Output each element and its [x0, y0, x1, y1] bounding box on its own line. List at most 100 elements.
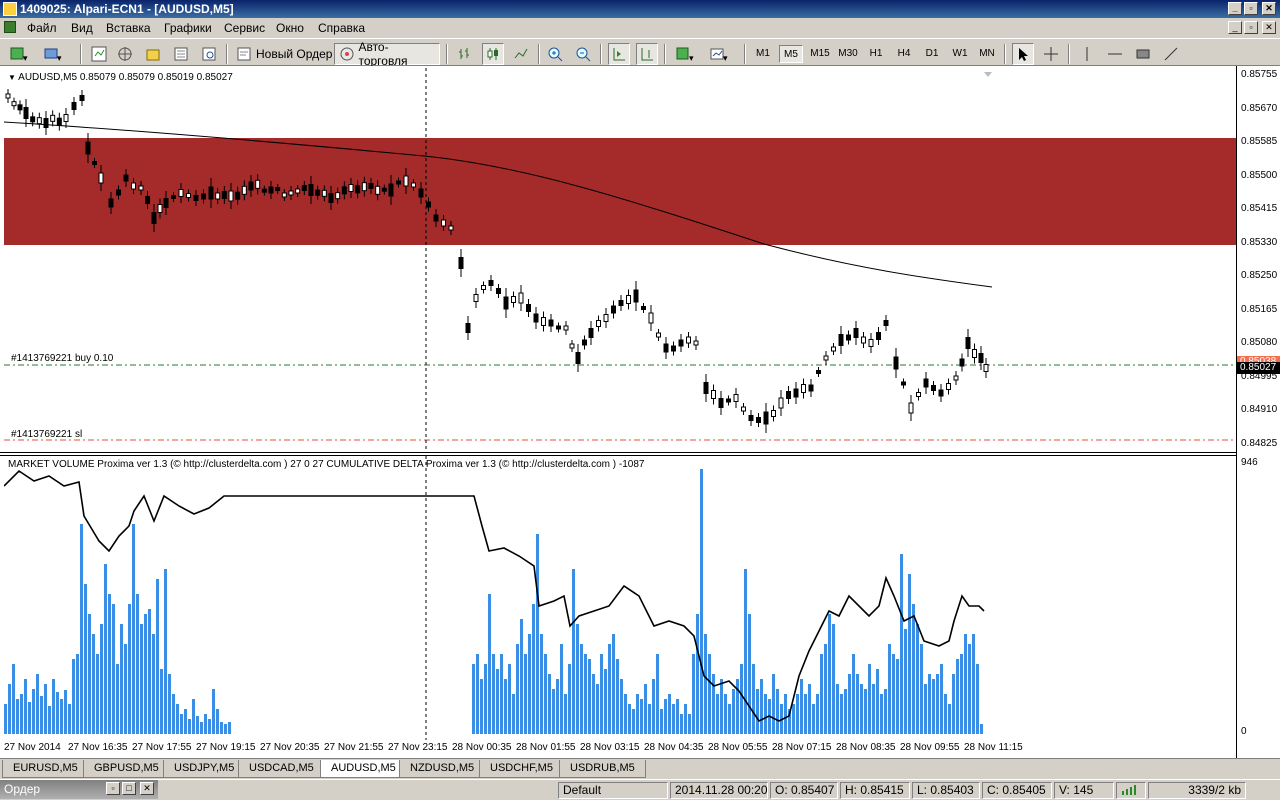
- menu-file[interactable]: Файл: [27, 21, 57, 35]
- candle-body: [201, 193, 206, 200]
- price-tick: 0.84910: [1241, 404, 1278, 415]
- timeframe-m5[interactable]: M5: [779, 45, 803, 63]
- timeframe-m1[interactable]: M1: [751, 45, 775, 63]
- periods-icon[interactable]: ▾: [708, 43, 730, 65]
- autoscroll-icon[interactable]: [608, 43, 630, 65]
- menu-view[interactable]: Вид: [71, 21, 93, 35]
- candle-body: [403, 175, 409, 187]
- navigator-icon[interactable]: [142, 43, 164, 65]
- timeframe-h4[interactable]: H4: [892, 45, 916, 63]
- candlestick-icon[interactable]: [482, 43, 504, 65]
- panel-maximize-button[interactable]: □: [122, 782, 136, 795]
- bar-chart-icon[interactable]: [454, 43, 476, 65]
- candle-body: [261, 188, 267, 193]
- volume-bar: [920, 644, 923, 734]
- panel-close-button[interactable]: ✕: [140, 782, 154, 795]
- candle-body: [959, 358, 965, 367]
- price-chart[interactable]: [4, 68, 1236, 452]
- tab-gbpusd[interactable]: GBPUSD,M5: [83, 760, 170, 778]
- volume-bar: [868, 664, 871, 734]
- mdi-close-button[interactable]: ✕: [1262, 21, 1276, 34]
- candle-body: [541, 317, 546, 326]
- trendline-icon[interactable]: [1160, 43, 1182, 65]
- data-window-icon[interactable]: [114, 43, 136, 65]
- chart-shift-icon[interactable]: [636, 43, 658, 65]
- mdi-restore-button[interactable]: ▫: [1244, 21, 1258, 34]
- vertical-line-icon[interactable]: [1076, 43, 1098, 65]
- volume-bar: [100, 624, 103, 734]
- volume-bar: [108, 594, 111, 734]
- candle-body: [335, 192, 341, 200]
- rectangle-icon[interactable]: [1132, 43, 1154, 65]
- volume-bar: [584, 654, 587, 734]
- volume-bar: [500, 654, 503, 734]
- timeframe-m15[interactable]: M15: [807, 45, 833, 63]
- zoom-out-icon[interactable]: [572, 43, 594, 65]
- minimize-button[interactable]: _: [1228, 2, 1242, 15]
- status-low: L: 0.85403: [912, 782, 980, 799]
- volume-bar: [876, 669, 879, 734]
- volume-bar: [184, 709, 187, 734]
- menu-tools[interactable]: Сервис: [224, 21, 265, 35]
- menu-insert[interactable]: Вставка: [106, 21, 151, 35]
- tab-nzdusd[interactable]: NZDUSD,M5: [399, 760, 486, 778]
- tab-usdjpy[interactable]: USDJPY,M5: [163, 760, 246, 778]
- horizontal-line-icon[interactable]: [1104, 43, 1126, 65]
- tab-eurusd[interactable]: EURUSD,M5: [2, 760, 89, 778]
- candle-body: [30, 116, 36, 123]
- timeframe-h1[interactable]: H1: [864, 45, 888, 63]
- tab-usdcad[interactable]: USDCAD,M5: [238, 760, 325, 778]
- volume-bar: [620, 679, 623, 734]
- terminal-icon[interactable]: [170, 43, 192, 65]
- menu-charts[interactable]: Графики: [164, 21, 212, 35]
- candle-body: [901, 381, 906, 386]
- strategy-tester-icon[interactable]: [198, 43, 220, 65]
- candle-body: [328, 193, 334, 203]
- timeframe-mn[interactable]: MN: [975, 45, 999, 63]
- volume-bar: [176, 704, 179, 734]
- candle-body: [861, 336, 866, 344]
- volume-bar: [760, 679, 763, 734]
- volume-bar: [616, 659, 619, 734]
- close-button[interactable]: ✕: [1262, 2, 1276, 15]
- candle-body: [36, 117, 42, 125]
- candle-body: [116, 189, 121, 196]
- volume-bar: [864, 689, 867, 734]
- symbol-header-text: AUDUSD,M5 0.85079 0.85079 0.85019 0.8502…: [18, 72, 233, 83]
- new-order-button[interactable]: Новый Ордер: [232, 43, 336, 65]
- tab-usdchf[interactable]: USDCHF,M5: [479, 760, 564, 778]
- line-chart-icon[interactable]: [510, 43, 532, 65]
- market-watch-icon[interactable]: [88, 43, 110, 65]
- collapse-icon: ▼: [8, 73, 16, 82]
- volume-bar: [540, 634, 543, 734]
- crosshair-icon[interactable]: [1040, 43, 1062, 65]
- timeframe-w1[interactable]: W1: [948, 45, 972, 63]
- candle-body: [575, 352, 581, 364]
- profiles-icon[interactable]: ▾: [42, 43, 64, 65]
- symbol-header: ▼ AUDUSD,M5 0.85079 0.85079 0.85019 0.85…: [8, 72, 233, 83]
- volume-bar: [484, 664, 487, 734]
- tab-audusd[interactable]: AUDUSD,M5: [320, 760, 407, 778]
- indicator-chart[interactable]: [4, 456, 1236, 740]
- volume-bar: [896, 659, 899, 734]
- auto-trading-button[interactable]: Авто-торговля: [334, 40, 440, 68]
- tab-usdrub[interactable]: USDRUB,M5: [559, 760, 646, 778]
- maximize-button[interactable]: ▫: [1244, 2, 1258, 15]
- chart-window[interactable]: ▼ AUDUSD,M5 0.85079 0.85079 0.85019 0.85…: [0, 66, 1280, 758]
- new-chart-icon[interactable]: ▾: [8, 43, 30, 65]
- timeframe-m30[interactable]: M30: [835, 45, 861, 63]
- volume-bar: [140, 624, 143, 734]
- cursor-icon[interactable]: [1012, 43, 1034, 65]
- zoom-in-icon[interactable]: [544, 43, 566, 65]
- panel-minimize-button[interactable]: ▫: [106, 782, 120, 795]
- candle-body: [375, 185, 381, 195]
- candle-body: [569, 343, 575, 349]
- volume-bar: [56, 692, 59, 734]
- timeframe-d1[interactable]: D1: [920, 45, 944, 63]
- volume-bar: [644, 684, 647, 734]
- candle-body: [281, 192, 287, 198]
- menu-help[interactable]: Справка: [318, 21, 365, 35]
- indicators-icon[interactable]: ▾: [674, 43, 696, 65]
- menu-window[interactable]: Окно: [276, 21, 304, 35]
- mdi-minimize-button[interactable]: _: [1228, 21, 1242, 34]
